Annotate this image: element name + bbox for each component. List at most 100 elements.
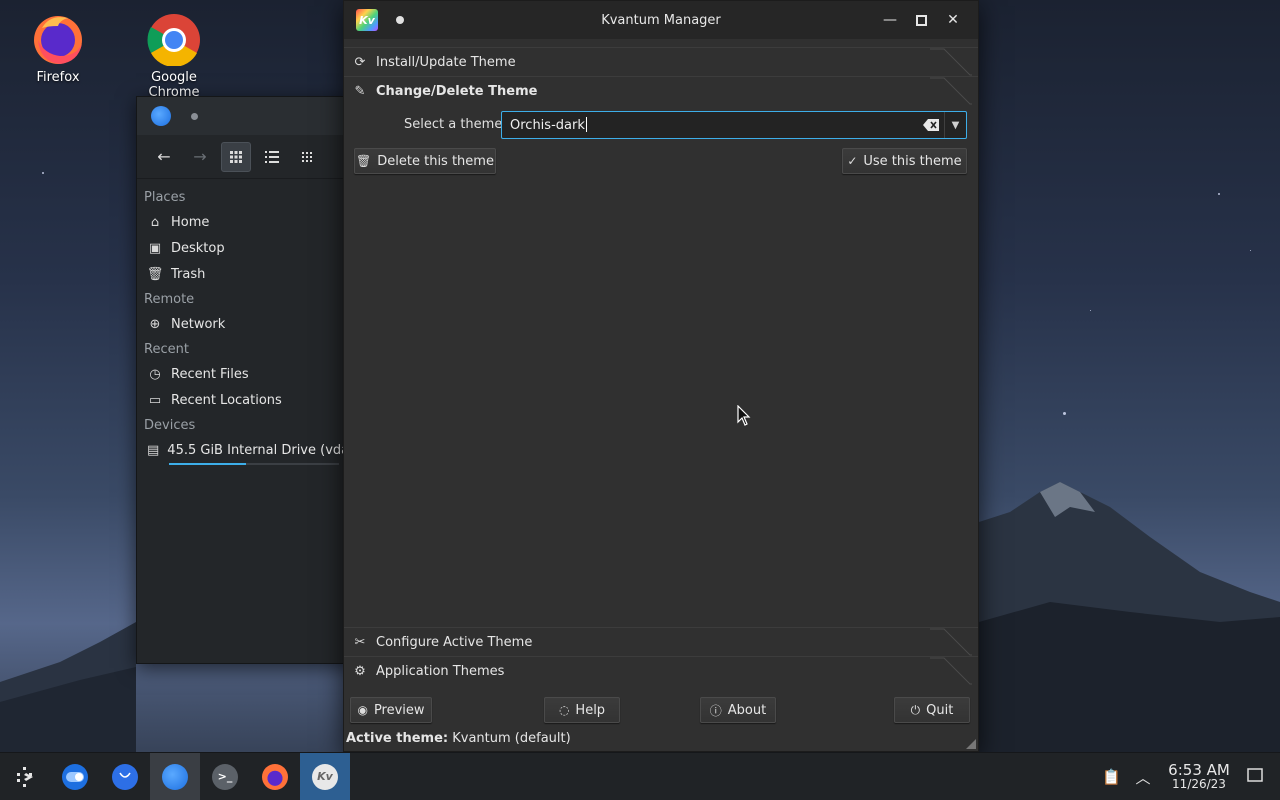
desktop-icon-firefox[interactable]: Firefox [10,10,106,85]
help-icon: ◌ [558,703,570,717]
tools-icon: ✂ [354,634,366,650]
info-icon: ⓘ [709,703,722,718]
show-desktop-icon[interactable] [1246,768,1264,786]
taskbar-item-kvantum-manager[interactable]: Kv [300,752,350,800]
theme-combobox-value[interactable]: Orchis-dark [502,117,918,133]
about-button[interactable]: ⓘ About [700,697,776,723]
section-label: Configure Active Theme [376,634,533,650]
taskbar-item-firefox[interactable] [250,753,300,800]
tab-application-themes[interactable]: ⚙ Application Themes [344,656,978,685]
maximize-button[interactable] [911,10,931,30]
pin-icon[interactable] [191,112,198,120]
arrow-right-icon: → [193,147,207,166]
places-panel: Places ⌂ Home ▣ Desktop 🗑 Trash Remote ⊕ Net… [137,179,355,465]
resize-grip[interactable] [966,739,976,749]
desktop-icon: ▣ [148,240,162,256]
devices-heading: Devices [144,418,196,433]
section-divider [930,628,972,656]
sidebar-item-trash[interactable]: 🗑 Trash [137,261,355,287]
compact-view-button[interactable] [293,142,323,172]
section-divider [930,77,972,105]
taskbar-item-terminal[interactable]: >_ [200,753,250,800]
section-divider [930,48,972,76]
star [1218,193,1220,195]
sidebar-item-internal-drive[interactable]: ▤ 45.5 GiB Internal Drive (vda2 [137,437,355,463]
tab-configure-active-theme[interactable]: ✂ Configure Active Theme [344,627,978,656]
star [1250,250,1251,251]
button-label: Preview [373,702,425,718]
details-view-button[interactable] [257,142,287,172]
kvantum-manager-window[interactable]: Kv Kvantum Manager — ✕ ⟳ Install/Update … [343,0,979,752]
quit-button[interactable]: ⏻ Quit [894,697,970,723]
trash-icon: 🗑 [356,154,372,168]
power-icon: ⏻ [910,702,921,717]
digital-clock[interactable]: 6:53 AM 11/26/23 [1166,763,1232,792]
taskbar: >_ Kv 📋 ︿ 6:53 AM 11/26/23 [0,752,1280,800]
clock-date: 11/26/23 [1172,777,1226,791]
back-button[interactable]: ← [149,142,179,172]
status-value: Kvantum (default) [452,731,571,746]
tab-install-update-theme[interactable]: ⟳ Install/Update Theme [344,47,978,76]
sidebar-item-recent-locations[interactable]: ▭ Recent Locations [137,387,355,413]
application-launcher-button[interactable] [0,753,50,800]
sidebar-item-home[interactable]: ⌂ Home [137,209,355,235]
kvantum-titlebar[interactable]: Kv Kvantum Manager — ✕ [344,1,978,39]
delete-theme-button[interactable]: 🗑 Delete this theme [354,148,496,174]
help-button[interactable]: ◌ Help [544,697,620,723]
sidebar-item-label: Desktop [171,240,225,256]
recent-heading: Recent [144,342,189,357]
clipboard-icon[interactable]: 📋 [1102,768,1121,786]
close-button[interactable]: ✕ [943,10,963,30]
chrome-icon [146,10,202,67]
sidebar-item-recent-files[interactable]: ◷ Recent Files [137,361,355,387]
arrow-left-icon: ← [157,147,171,166]
dropdown-arrow-button[interactable]: ▼ [944,112,966,138]
section-label: Change/Delete Theme [376,83,538,99]
pin-icon[interactable] [396,16,404,24]
clock-icon: ◷ [149,366,161,382]
taskbar-item-discover[interactable] [100,753,150,800]
tab-change-delete-theme[interactable]: ✎ Change/Delete Theme [344,76,978,105]
button-label: Quit [926,702,954,718]
forward-button[interactable]: → [185,142,215,172]
install-theme-icon: ⟳ [354,54,366,70]
sidebar-item-label: Network [171,316,226,332]
drive-usage-bar [169,463,339,465]
taskbar-item-settings[interactable] [50,753,100,800]
brush-icon: ✎ [354,83,366,99]
drive-icon: ▤ [147,442,160,458]
sidebar-item-desktop[interactable]: ▣ Desktop [137,235,355,261]
terminal-icon: >_ [212,763,238,790]
preview-button[interactable]: ◉ Preview [350,697,432,723]
sidebar-item-label: Recent Files [171,366,249,382]
folder-clock-icon: ▭ [148,392,162,408]
star [1063,412,1066,415]
dolphin-icon [162,763,188,790]
taskbar-item-file-manager[interactable] [150,752,200,800]
section-label: Application Themes [376,663,505,679]
sidebar-item-network[interactable]: ⊕ Network [137,311,355,337]
desktop-icon-label: Firefox [36,70,80,85]
places-heading: Places [144,190,186,205]
icons-view-button[interactable] [221,141,251,172]
theme-select-row: Select a theme: Orchis-dark ▼ [344,111,978,139]
file-manager-toolbar: ← → [137,135,355,179]
shopping-bag-icon [112,763,138,790]
button-label: Use this theme [863,153,962,169]
file-manager-titlebar[interactable] [137,97,355,135]
gear-icon: ⚙ [354,663,366,679]
network-icon: ⊕ [149,316,161,332]
drive-usage-fill [169,463,246,465]
compact-grid-icon [302,151,312,162]
file-manager-window[interactable]: ← → Places ⌂ Home ▣ Desktop 🗑 Trash Remote … [136,96,356,664]
desktop-icon-chrome[interactable]: Google Chrome [126,10,222,100]
button-label: Help [575,702,606,718]
minimize-button[interactable]: — [880,10,900,30]
list-icon [265,150,279,163]
use-theme-button[interactable]: ✓ Use this theme [842,148,967,174]
theme-combobox[interactable]: Orchis-dark ▼ [501,111,967,139]
chevron-up-icon[interactable]: ︿ [1134,767,1152,788]
chevron-down-icon: ▼ [951,119,960,131]
clear-text-button[interactable] [918,112,944,138]
firefox-icon [262,763,288,790]
